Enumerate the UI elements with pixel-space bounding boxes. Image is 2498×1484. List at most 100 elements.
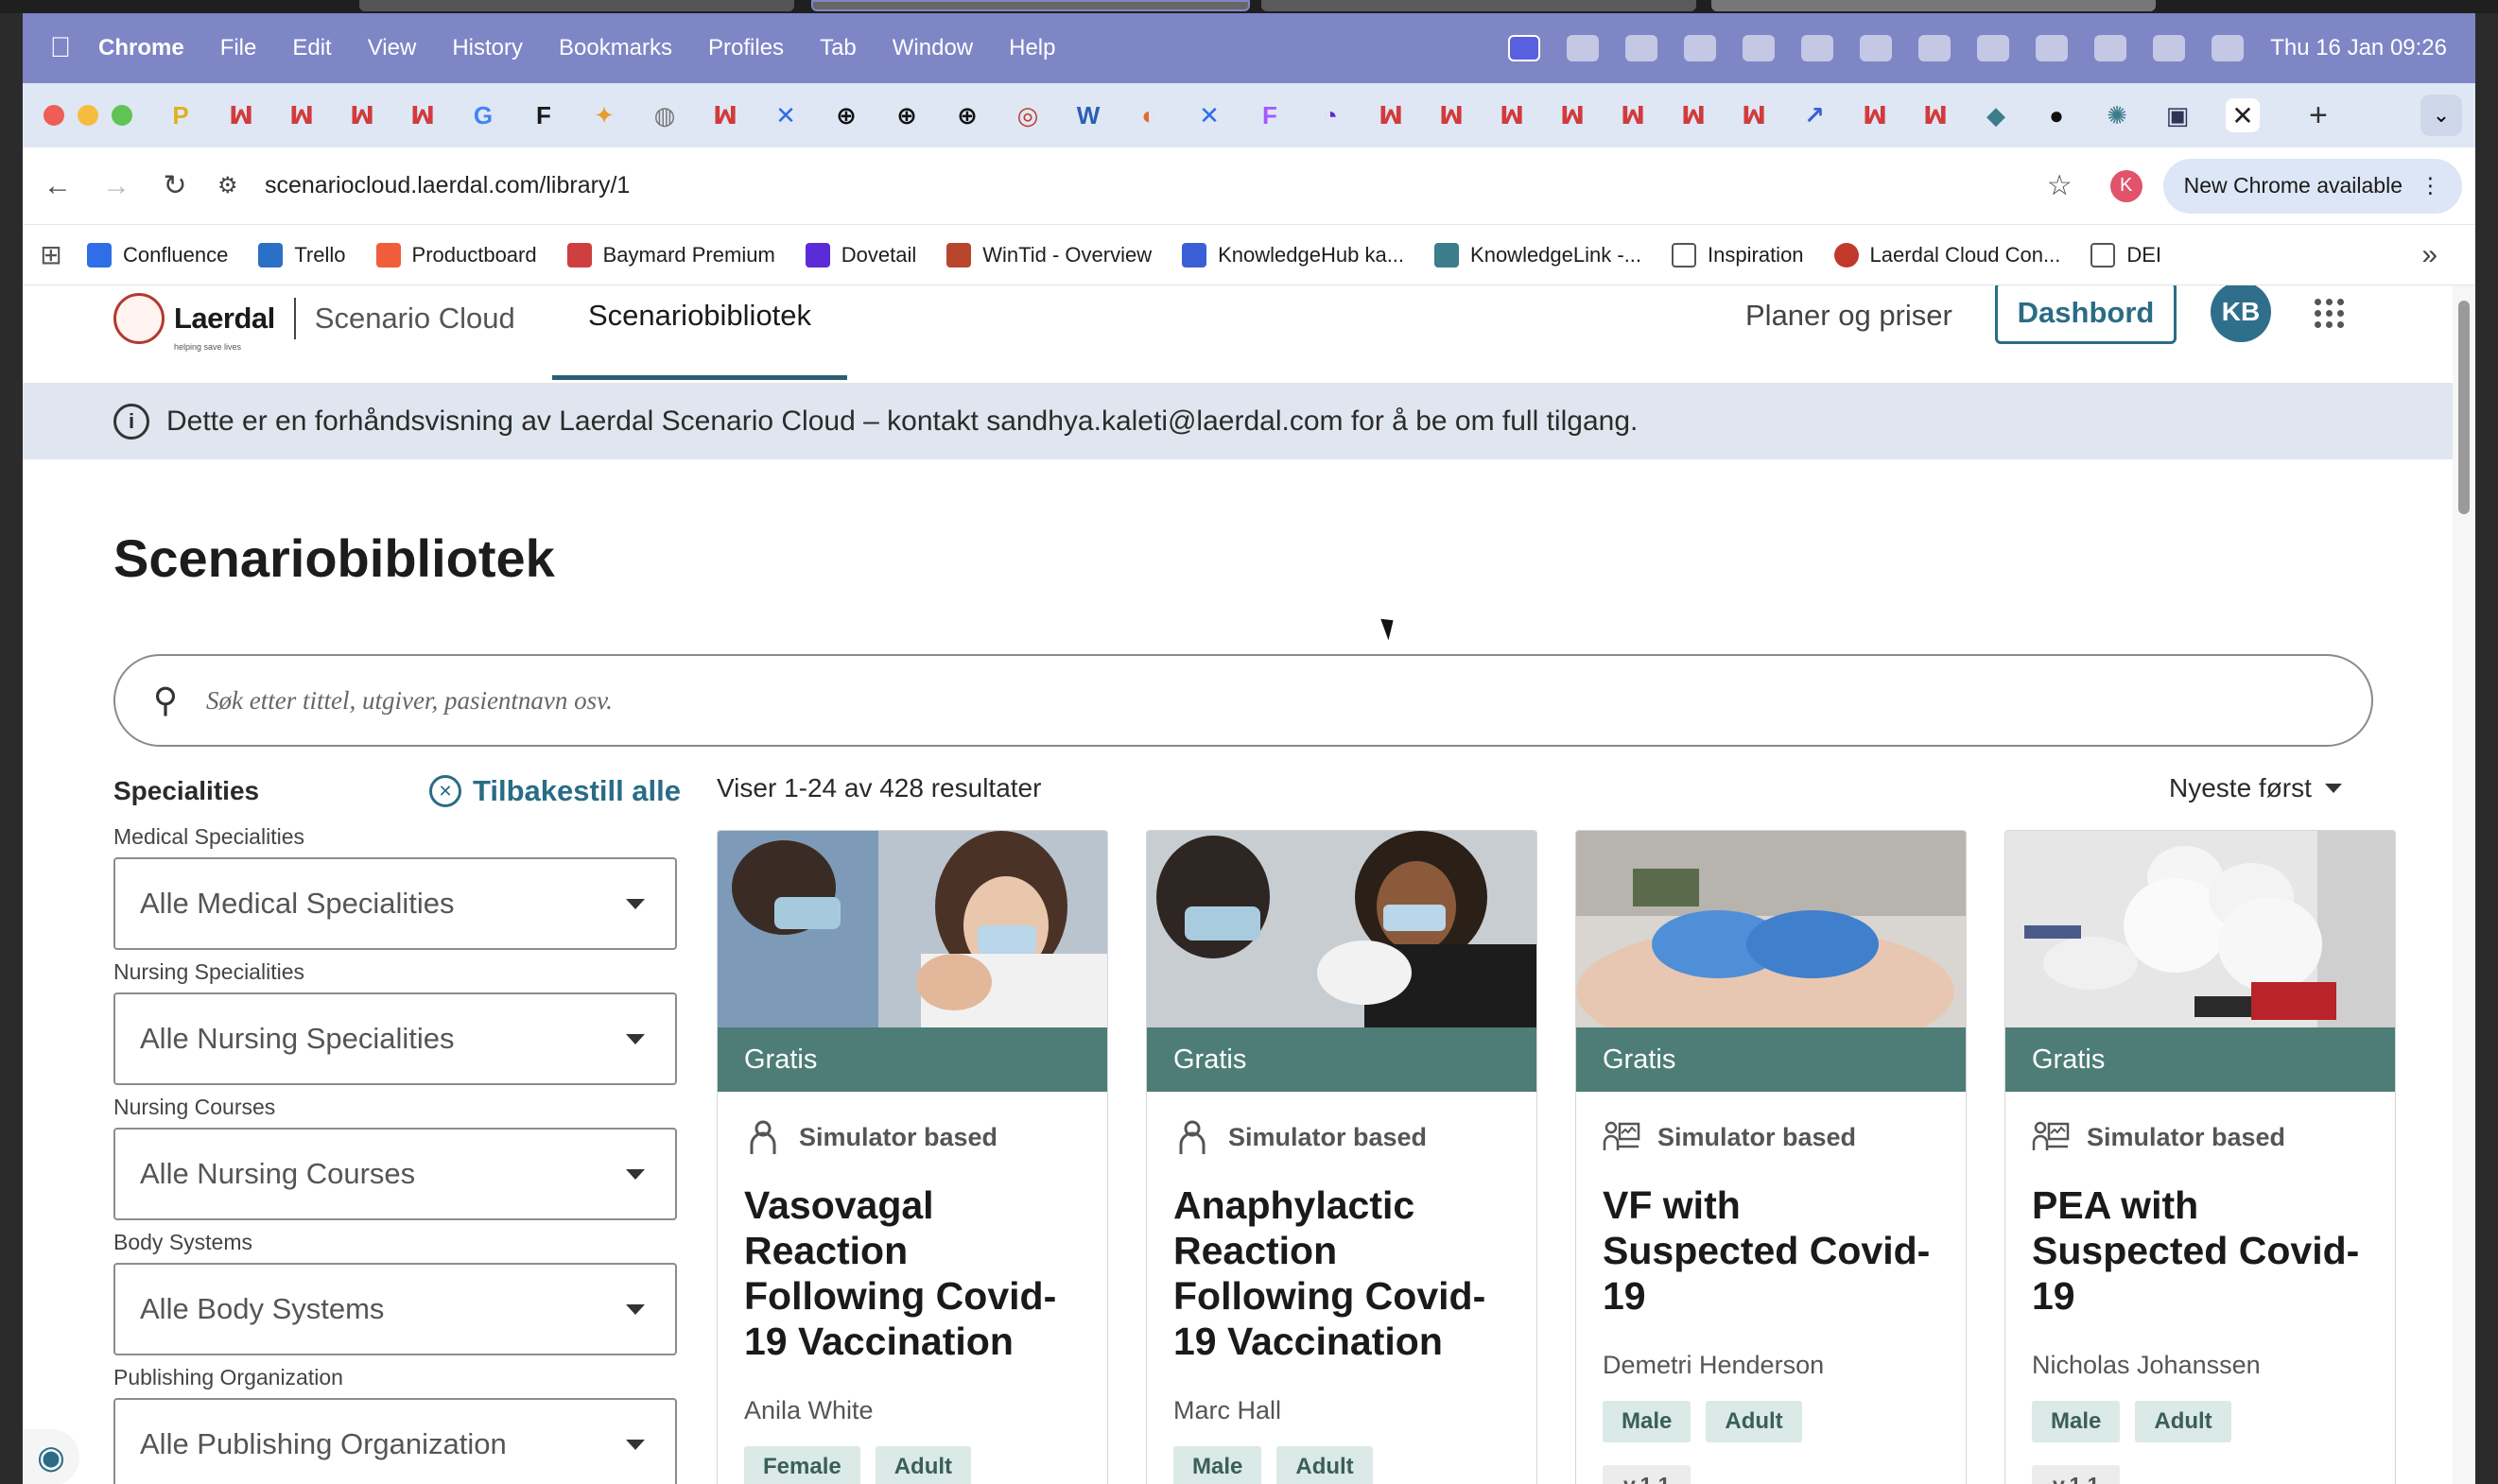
scenario-title[interactable]: Vasovagal Reaction Following Covid-19 Va… <box>744 1182 1081 1364</box>
back-icon[interactable]: ← <box>28 170 87 202</box>
bookmark-confluence[interactable]: Confluence <box>87 242 228 267</box>
apps-grid-icon[interactable]: ⊞ <box>23 239 79 270</box>
chrome-profile-avatar[interactable]: K <box>2109 169 2142 202</box>
tab-m-icon[interactable]: ꟽ <box>1371 98 1411 132</box>
tab-word-icon[interactable]: W <box>1068 98 1108 132</box>
bookmark-folder-dei[interactable]: DEI <box>2090 242 2161 267</box>
tab-react-icon[interactable]: ✺ <box>2097 98 2137 132</box>
tab-plus-circle-icon[interactable]: ⊕ <box>887 98 927 132</box>
active-tab-close-icon[interactable]: ✕ <box>2226 98 2260 132</box>
scenario-card[interactable]: Gratis Simulator based Vasovagal Reactio… <box>717 830 1108 1484</box>
control-center-icon[interactable] <box>2212 35 2245 61</box>
scrollbar-thumb[interactable] <box>2458 301 2470 514</box>
bookmark-baymard[interactable]: Baymard Premium <box>566 242 775 267</box>
menu-profiles[interactable]: Profiles <box>708 35 784 61</box>
tab-m-icon[interactable]: ꟽ <box>1553 98 1592 132</box>
laerdal-logo[interactable]: Laerdal helping save lives Scenario Clou… <box>113 293 515 352</box>
scenario-title[interactable]: Anaphylactic Reaction Following Covid-19… <box>1173 1182 1510 1364</box>
dashboard-button[interactable]: Dashbord <box>1995 285 2177 344</box>
bookmark-trello[interactable]: Trello <box>258 242 346 267</box>
tab-m-icon[interactable]: ꟽ <box>705 98 745 132</box>
bookmark-wintid[interactable]: WinTid - Overview <box>946 242 1152 267</box>
sort-dropdown[interactable]: Nyeste først <box>2169 773 2342 803</box>
tab-refresh-icon[interactable]: ◐ <box>1129 98 1169 132</box>
tab-box-icon[interactable]: ▣ <box>2158 98 2197 132</box>
menu-edit[interactable]: Edit <box>292 35 331 61</box>
new-chrome-available-button[interactable]: New Chrome available ⋮ <box>2162 158 2462 214</box>
teams-alert-icon[interactable] <box>1743 35 1776 61</box>
bookmark-knowledgelink[interactable]: KnowledgeLink -... <box>1434 242 1641 267</box>
user-avatar[interactable]: KB <box>2211 285 2271 342</box>
tab-m-icon[interactable]: ꟽ <box>1674 98 1713 132</box>
bookmark-laerdal-cloud[interactable]: Laerdal Cloud Con... <box>1833 242 2060 267</box>
search-bar[interactable]: ⚲ <box>113 654 2373 747</box>
zoom-icon[interactable] <box>1918 35 1952 61</box>
tab-m-icon[interactable]: ꟽ <box>1431 98 1471 132</box>
spotlight-search-icon[interactable] <box>2153 35 2186 61</box>
menu-help[interactable]: Help <box>1009 35 1055 61</box>
bookmark-productboard[interactable]: Productboard <box>375 242 537 267</box>
bookmark-knowledgehub[interactable]: KnowledgeHub ka... <box>1182 242 1404 267</box>
onedrive-icon[interactable] <box>1684 35 1717 61</box>
wifi-icon[interactable] <box>2094 35 2127 61</box>
menu-view[interactable]: View <box>368 35 417 61</box>
tab-laerdal-icon[interactable]: ◎ <box>1008 98 1048 132</box>
tab-globe-icon[interactable]: ◍ <box>645 98 685 132</box>
tab-m-icon[interactable]: ꟽ <box>1613 98 1653 132</box>
tab-pinwheel-icon[interactable]: ✦ <box>584 98 624 132</box>
omnibox[interactable]: ⚙ scenariocloud.laerdal.com/library/1 <box>217 158 2047 215</box>
tab-confluence-icon[interactable]: ✕ <box>1189 98 1229 132</box>
tab-f-icon[interactable]: F <box>524 98 564 132</box>
tab-plus-circle-icon[interactable]: ⊕ <box>947 98 987 132</box>
menu-file[interactable]: File <box>220 35 257 61</box>
apple-icon[interactable]:  <box>23 32 98 64</box>
cookie-settings-icon[interactable]: ◉ <box>23 1429 79 1484</box>
scenario-title[interactable]: VF with Suspected Covid-19 <box>1603 1182 1939 1319</box>
site-info-icon[interactable]: ⚙ <box>217 172 250 199</box>
menubar-clock[interactable]: Thu 16 Jan 09:26 <box>2270 35 2447 61</box>
tab-plus-circle-icon[interactable]: ⊕ <box>826 98 866 132</box>
tab-m-icon[interactable]: ꟽ <box>221 98 261 132</box>
kebab-menu-icon[interactable]: ⋮ <box>2420 173 2441 198</box>
close-window-button[interactable] <box>43 105 64 126</box>
tab-m-icon[interactable]: ꟽ <box>1916 98 1955 132</box>
menu-tab[interactable]: Tab <box>820 35 857 61</box>
body-systems-select[interactable]: Alle Body Systems <box>113 1263 677 1355</box>
zoom-window-button[interactable] <box>112 105 132 126</box>
tab-m-icon[interactable]: ꟽ <box>403 98 442 132</box>
teams-icon[interactable] <box>1625 35 1658 61</box>
display-icon[interactable] <box>1801 35 1834 61</box>
scenario-card[interactable]: Gratis Simulator based VF with Suspected… <box>1575 830 1967 1484</box>
forward-icon[interactable]: → <box>87 170 146 202</box>
tab-m-icon[interactable]: ꟽ <box>1734 98 1774 132</box>
tab-productboard-icon[interactable]: P <box>161 98 200 132</box>
nav-tab-scenariobibliotek[interactable]: Scenariobibliotek <box>552 285 847 380</box>
reset-all-button[interactable]: ✕ Tilbakestill alle <box>429 774 681 808</box>
menu-history[interactable]: History <box>452 35 523 61</box>
app-launcher-icon[interactable] <box>2315 299 2345 329</box>
reload-icon[interactable]: ↻ <box>146 169 204 202</box>
screen-share-icon[interactable] <box>1508 35 1541 61</box>
bookmarks-overflow-icon[interactable]: » <box>2421 239 2437 271</box>
bookmark-dovetail[interactable]: Dovetail <box>805 242 916 267</box>
url-text[interactable]: scenariocloud.laerdal.com/library/1 <box>265 172 630 199</box>
page-scrollbar[interactable] <box>2453 285 2475 1484</box>
scenario-card[interactable]: Gratis Simulator based PEA with Suspecte… <box>2004 830 2396 1484</box>
minimize-window-button[interactable] <box>78 105 98 126</box>
tab-confluence-icon[interactable]: ✕ <box>766 98 806 132</box>
new-tab-button[interactable]: + <box>2309 97 2328 134</box>
bookmark-folder-inspiration[interactable]: Inspiration <box>1672 242 1804 267</box>
nursing-courses-select[interactable]: Alle Nursing Courses <box>113 1128 677 1220</box>
tab-github-icon[interactable]: ● <box>2037 98 2076 132</box>
battery-icon[interactable] <box>2036 35 2069 61</box>
bookmark-star-icon[interactable]: ☆ <box>2047 169 2073 202</box>
tab-knowledgelink-icon[interactable]: ◆ <box>1976 98 2016 132</box>
nursing-specialities-select[interactable]: Alle Nursing Specialities <box>113 992 677 1085</box>
search-input[interactable] <box>206 685 2371 716</box>
scenario-card[interactable]: Gratis Simulator based Anaphylactic Reac… <box>1146 830 1537 1484</box>
medical-specialities-select[interactable]: Alle Medical Specialities <box>113 857 677 950</box>
menu-bookmarks[interactable]: Bookmarks <box>559 35 672 61</box>
tab-figma-icon[interactable]: F <box>1250 98 1290 132</box>
menu-app[interactable]: Chrome <box>98 35 184 61</box>
tab-search-dropdown-icon[interactable]: ⌄ <box>2420 95 2462 136</box>
